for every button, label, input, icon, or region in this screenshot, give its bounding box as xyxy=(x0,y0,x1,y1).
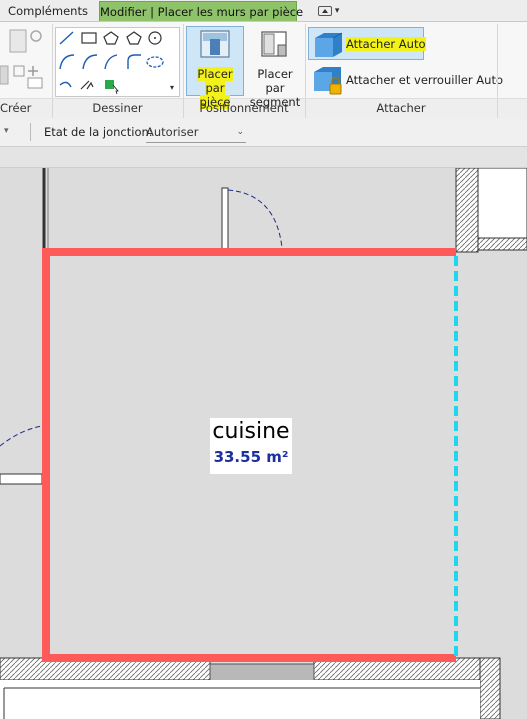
circle-tool-icon xyxy=(148,31,162,45)
draw-tools-icons[interactable] xyxy=(57,29,167,95)
fillet-arc-icon xyxy=(127,54,141,69)
placer-par-piece-line1: Placer par xyxy=(197,67,233,95)
jonction-label: Etat de la jonction: xyxy=(44,125,153,139)
attacher-verrouiller-button[interactable]: Attacher et verrouiller Auto xyxy=(308,62,503,96)
attacher-auto-label: Attacher Auto xyxy=(346,37,426,51)
room-name: cuisine xyxy=(212,419,290,444)
ellipse-tool-icon xyxy=(146,56,164,68)
gallery-expand-icon[interactable]: ▾ xyxy=(170,83,174,92)
panel-divider xyxy=(497,24,498,118)
panel-label-creer: Créer xyxy=(0,101,32,115)
room-area: 33.55 m² xyxy=(213,448,289,466)
placer-par-piece-button[interactable]: Placer par pièce xyxy=(186,26,244,109)
attach-auto-icon xyxy=(315,32,343,57)
attacher-auto-button[interactable]: Attacher Auto xyxy=(308,27,426,60)
jonction-value: Autoriser xyxy=(146,125,199,139)
door-left xyxy=(0,425,43,485)
polygon-tool-icon xyxy=(103,31,119,45)
arc-start-end-icon xyxy=(59,54,75,70)
placer-par-segment-button[interactable]: Placer par segment xyxy=(246,26,302,109)
chevron-down-icon: ⌄ xyxy=(236,127,244,137)
pick-lines-icon xyxy=(105,80,119,95)
creer-panel-icons[interactable] xyxy=(0,26,50,96)
attach-lock-icon xyxy=(314,67,342,95)
tab-complements[interactable]: Compléments xyxy=(0,1,96,21)
place-by-room-icon xyxy=(200,30,230,58)
partial-ellipse-icon xyxy=(59,81,72,88)
arc-center-icon xyxy=(82,54,98,70)
panel-toggle-button[interactable]: ▾ xyxy=(318,4,346,18)
properties-strip xyxy=(0,147,527,168)
attacher-verrouiller-label: Attacher et verrouiller Auto xyxy=(346,73,503,87)
dropdown-arrow-icon: ▾ xyxy=(334,6,340,16)
tab-modifier-placer-murs[interactable]: Modifier | Placer les murs par pièce xyxy=(99,1,303,21)
placer-par-segment-line1: Placer par xyxy=(257,67,293,95)
spline-tool-icon xyxy=(80,80,94,90)
arc-tangent-icon xyxy=(104,54,118,70)
panel-divider xyxy=(52,24,53,118)
exterior-wall-right xyxy=(455,168,527,253)
circumscribed-polygon-icon xyxy=(126,31,142,45)
jonction-select[interactable]: Autoriser ⌄ xyxy=(146,123,246,143)
exterior-area xyxy=(0,680,480,719)
place-by-segment-icon xyxy=(261,31,287,57)
line-tool-icon xyxy=(59,31,74,45)
panel-toggle-icon xyxy=(318,5,332,16)
panel-label-positionnement: Positionnement xyxy=(199,101,289,115)
room-tag[interactable]: cuisine 33.55 m² xyxy=(210,418,292,474)
door-top xyxy=(221,187,283,251)
rectangle-tool-icon xyxy=(81,32,97,44)
options-divider xyxy=(30,123,31,141)
panel-label-dessiner: Dessiner xyxy=(92,101,143,115)
panel-label-attacher: Attacher xyxy=(376,101,426,115)
options-bar-left-chevron-icon[interactable]: ▾ xyxy=(4,126,9,136)
